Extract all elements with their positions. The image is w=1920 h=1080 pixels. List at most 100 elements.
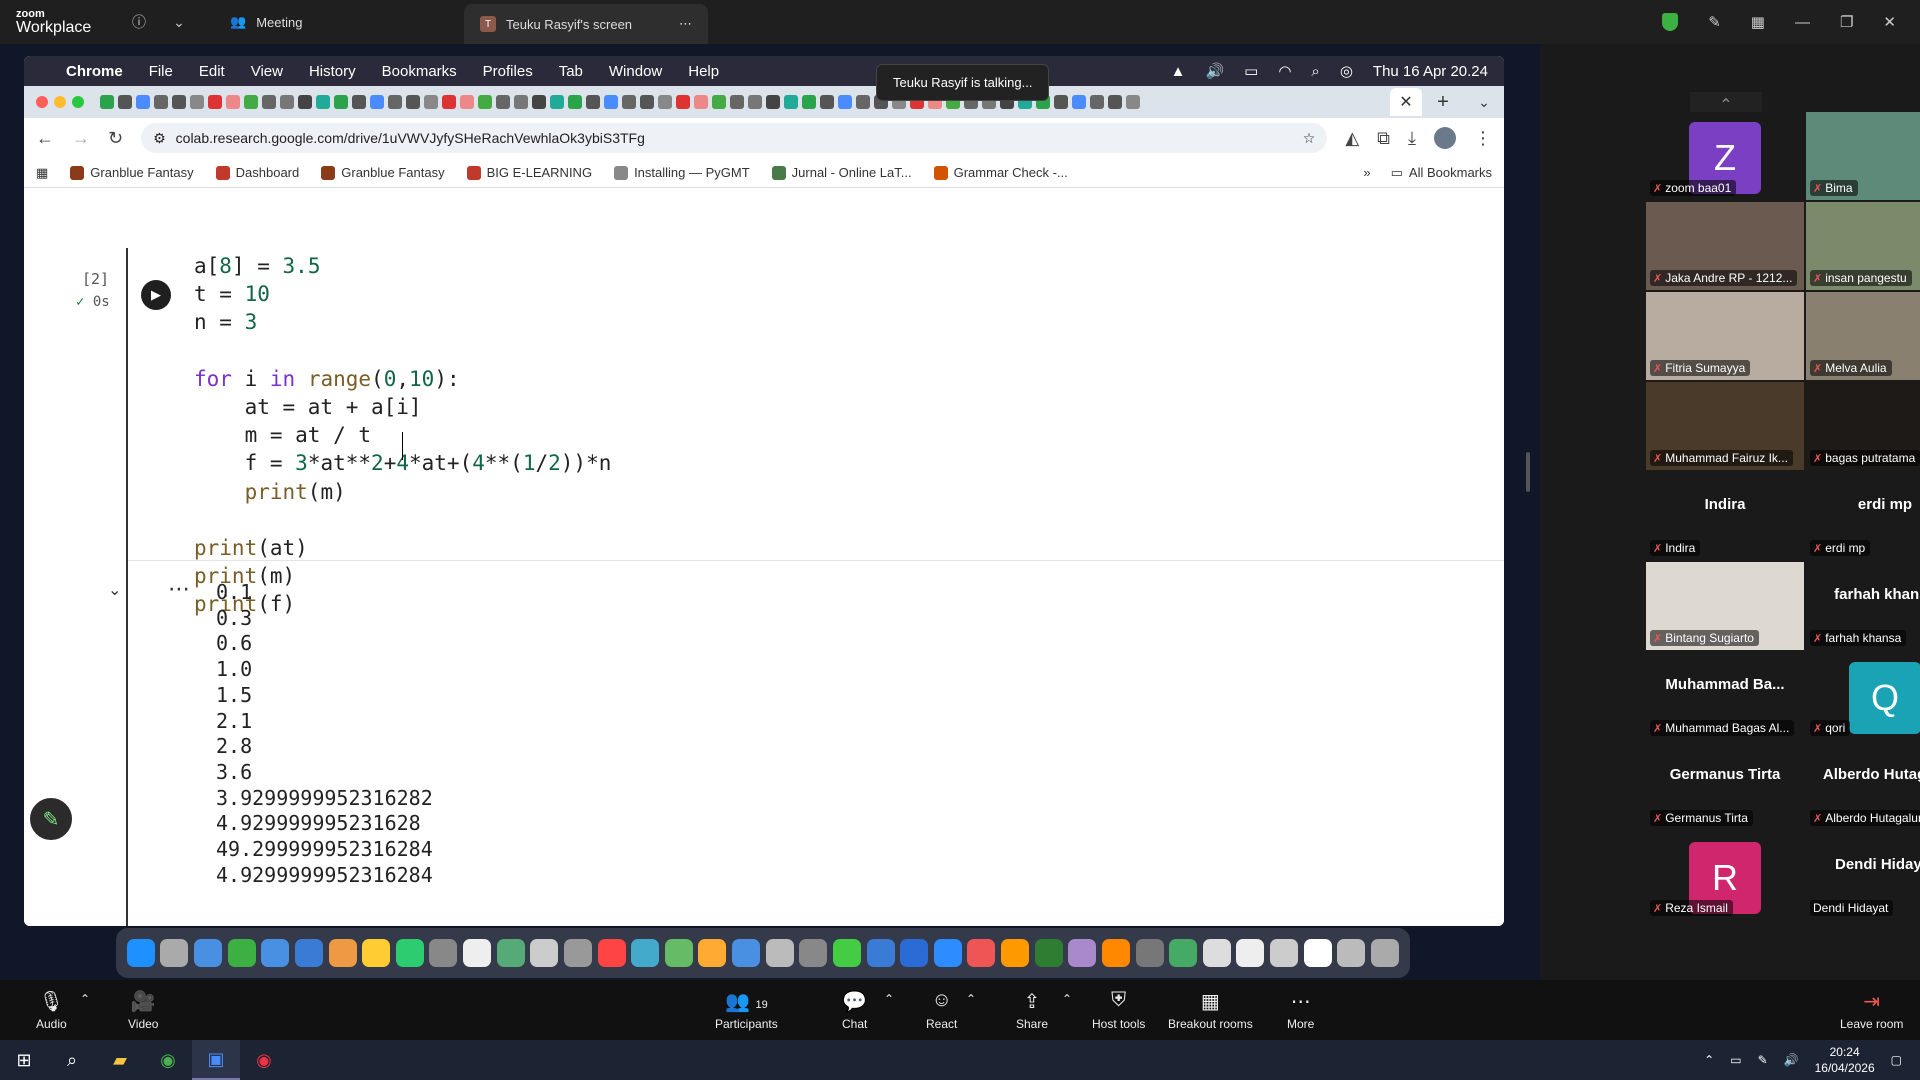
dock-app-icon[interactable] [261, 939, 290, 967]
audio-button[interactable]: 🎙 Audio [36, 989, 67, 1031]
menu-tab[interactable]: Tab [559, 63, 583, 80]
chrome-menu-icon[interactable]: ⋮ [1474, 128, 1492, 149]
participant-tile[interactable]: Indira ✗ Indira [1646, 472, 1804, 560]
dock-app-icon[interactable] [1001, 939, 1030, 967]
pinned-tab-favicon[interactable] [154, 95, 168, 109]
back-icon[interactable]: ← [36, 128, 54, 149]
dock-app-icon[interactable] [530, 939, 559, 967]
dock-app-icon[interactable] [160, 939, 189, 967]
pinned-tab-favicon[interactable] [406, 95, 420, 109]
chrome-icon[interactable]: ◉ [144, 1040, 192, 1080]
wifi-icon[interactable]: ◠ [1278, 62, 1291, 80]
dock-app-icon[interactable] [1337, 939, 1366, 967]
menu-help[interactable]: Help [688, 63, 719, 80]
dock-app-icon[interactable] [395, 939, 424, 967]
participant-tile[interactable]: farhah khansa✗farhah khansa [1806, 562, 1920, 650]
pinned-tab-favicon[interactable] [856, 95, 870, 109]
pinned-tab-favicon[interactable] [172, 95, 186, 109]
dock-app-icon[interactable] [933, 939, 962, 967]
audio-options-icon[interactable]: ⌃ [80, 992, 90, 1006]
gallery-scrollbar[interactable] [1526, 452, 1530, 492]
menu-edit[interactable]: Edit [199, 63, 225, 80]
pinned-tab-favicon[interactable] [280, 95, 294, 109]
menu-history[interactable]: History [309, 63, 356, 80]
dock-app-icon[interactable] [799, 939, 828, 967]
output-menu-icon[interactable]: ⋯ [168, 576, 191, 602]
warning-icon[interactable]: ▲ [1171, 63, 1186, 80]
bookmark-item[interactable]: Granblue Fantasy [321, 165, 445, 180]
video-button[interactable]: 🎥 Video [128, 989, 158, 1031]
site-info-icon[interactable]: ⚙ [153, 130, 166, 147]
pinned-tab-favicon[interactable] [478, 95, 492, 109]
code-line[interactable]: n = 3 [194, 308, 611, 336]
address-bar[interactable]: ⚙ colab.research.google.com/drive/1uVWVJ… [141, 123, 1328, 153]
pinned-tab-favicon[interactable] [568, 95, 582, 109]
puzzle-icon[interactable]: ⧉ [1377, 128, 1390, 149]
info-icon[interactable]: ⓘ [128, 11, 150, 33]
pinned-tab-favicon[interactable] [784, 95, 798, 109]
pinned-tab-favicon[interactable] [388, 95, 402, 109]
tab-search-icon[interactable]: ⌄ [1464, 94, 1504, 111]
dock-app-icon[interactable] [1270, 939, 1299, 967]
dock-app-icon[interactable] [496, 939, 525, 967]
breakout-rooms-button[interactable]: ▦ Breakout rooms [1168, 989, 1253, 1031]
pinned-tab-favicon[interactable] [712, 95, 726, 109]
chevron-down-icon[interactable]: ⌄ [168, 11, 190, 33]
pinned-tab-favicon[interactable] [244, 95, 258, 109]
react-button[interactable]: ☺ React [926, 989, 957, 1031]
encryption-shield-icon[interactable] [1662, 13, 1679, 31]
bookmark-item[interactable]: Jurnal - Online LaT... [771, 165, 912, 180]
participant-tile[interactable]: Alberdo Hutaga... ✗Alberdo Hutagalung [1806, 742, 1920, 830]
pinned-tab-favicon[interactable] [370, 95, 384, 109]
pinned-tab-favicon[interactable] [820, 95, 834, 109]
dock-app-icon[interactable] [664, 939, 693, 967]
dock-app-icon[interactable] [1169, 939, 1198, 967]
network-icon[interactable]: ▭ [1730, 1053, 1741, 1067]
battery-icon[interactable]: ▭ [1244, 62, 1258, 80]
participant-tile[interactable]: ✗ Muhammad Fairuz Ik... [1646, 382, 1804, 470]
pinned-tab-favicon[interactable] [118, 95, 132, 109]
all-bookmarks-button[interactable]: ▭ All Bookmarks [1391, 165, 1492, 181]
dock-app-icon[interactable] [563, 939, 592, 967]
dock-app-icon[interactable] [866, 939, 895, 967]
pinned-tab-favicon[interactable] [298, 95, 312, 109]
chat-options-icon[interactable]: ⌃ [884, 992, 894, 1006]
pinned-tab-favicon[interactable] [334, 95, 348, 109]
participant-tile[interactable]: Dendi Hidayat Dendi Hidayat [1806, 832, 1920, 920]
bookmark-item[interactable]: BIG E-LEARNING [466, 165, 592, 180]
new-tab-button[interactable]: + [1428, 91, 1458, 114]
more-button[interactable]: ⋯ More [1287, 989, 1314, 1031]
file-explorer-icon[interactable]: ▰ [96, 1040, 144, 1080]
dock-app-icon[interactable] [765, 939, 794, 967]
tray-overflow-icon[interactable]: ⌃ [1704, 1053, 1714, 1067]
participant-tile[interactable]: ✗ Fitria Sumayya [1646, 292, 1804, 380]
menu-bookmarks[interactable]: Bookmarks [382, 63, 457, 80]
pinned-tab-favicon[interactable] [802, 95, 816, 109]
pinned-tab-favicon[interactable] [100, 95, 114, 109]
participant-tile[interactable]: R ✗ Reza Ismail [1646, 832, 1804, 920]
participant-tile[interactable]: ✗ Melva Aulia [1806, 292, 1920, 380]
pinned-tab-favicon[interactable] [1126, 95, 1140, 109]
code-line[interactable]: at = at + a[i] [194, 393, 611, 421]
pinned-tab-favicon[interactable] [442, 95, 456, 109]
participant-tile[interactable]: erdi mp ✗ erdi mp [1806, 472, 1920, 560]
apps-grid-icon[interactable]: ▦ [36, 165, 48, 181]
bookmark-item[interactable]: Dashboard [215, 165, 299, 180]
pinned-tab-favicon[interactable] [640, 95, 654, 109]
download-icon[interactable]: ⤓ [1408, 128, 1416, 149]
pinned-tab-favicon[interactable] [1108, 95, 1122, 109]
collapse-output-icon[interactable]: ⌄ [108, 580, 121, 600]
dock-app-icon[interactable] [1068, 939, 1097, 967]
participants-button[interactable]: 👥 19 Participants [715, 989, 778, 1031]
chat-button[interactable]: 💬 Chat [842, 989, 867, 1031]
dock-app-icon[interactable] [732, 939, 761, 967]
taskbar-clock[interactable]: 20:24 16/04/2026 [1815, 1044, 1875, 1076]
dock-app-icon[interactable] [328, 939, 357, 967]
forward-icon[interactable]: → [72, 128, 90, 149]
bookmark-item[interactable]: Granblue Fantasy [70, 165, 194, 180]
code-line[interactable]: print(at) [194, 534, 611, 562]
dock-app-icon[interactable] [1135, 939, 1164, 967]
participant-tile[interactable]: ✗ Bima [1806, 112, 1920, 200]
menu-view[interactable]: View [251, 63, 283, 80]
tab-meeting[interactable]: 👥 Meeting [214, 0, 464, 44]
